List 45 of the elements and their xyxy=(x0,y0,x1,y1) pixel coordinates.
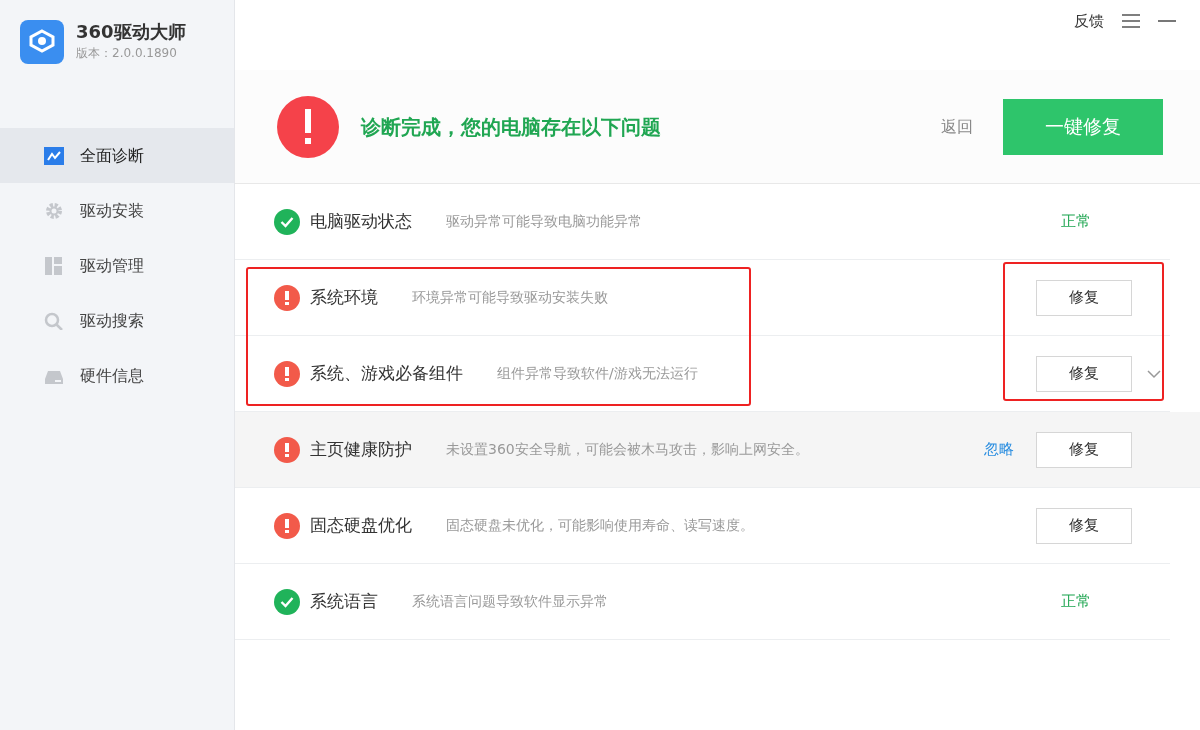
chart-icon xyxy=(44,146,64,165)
search-icon xyxy=(44,311,64,330)
item-title: 固态硬盘优化 xyxy=(310,513,412,537)
warning-icon xyxy=(274,436,300,463)
sidebar-item[interactable]: 驱动管理 xyxy=(0,238,234,293)
grid-icon xyxy=(44,256,64,275)
item-description: 系统语言问题导致软件显示异常 xyxy=(412,592,608,611)
item-description: 未设置360安全导航，可能会被木马攻击，影响上网安全。 xyxy=(446,440,809,459)
warning-icon xyxy=(274,512,300,539)
item-title: 系统环境 xyxy=(310,285,378,309)
menu-icon[interactable] xyxy=(1122,13,1140,29)
status-text: 正常 xyxy=(1060,211,1092,233)
sidebar-label: 驱动安装 xyxy=(80,199,144,222)
sidebar-label: 硬件信息 xyxy=(80,364,144,387)
sidebar-label: 全面诊断 xyxy=(80,144,144,167)
back-link[interactable]: 返回 xyxy=(941,114,973,139)
feedback-link[interactable]: 反馈 xyxy=(1074,10,1104,33)
app-logo-icon xyxy=(20,20,64,64)
item-description: 环境异常可能导致驱动安装失败 xyxy=(412,288,608,307)
sidebar-item[interactable]: 驱动安装 xyxy=(0,183,234,238)
item-title: 系统语言 xyxy=(310,589,378,613)
item-title: 电脑驱动状态 xyxy=(310,209,412,233)
sidebar-item[interactable]: 硬件信息 xyxy=(0,348,234,403)
warning-icon xyxy=(274,284,300,311)
sidebar-item[interactable]: 驱动搜索 xyxy=(0,293,234,348)
item-description: 驱动异常可能导致电脑功能异常 xyxy=(446,212,642,231)
item-title: 系统、游戏必备组件 xyxy=(310,361,463,385)
status-text: 正常 xyxy=(1060,591,1092,613)
sidebar-label: 驱动管理 xyxy=(80,254,144,277)
fix-button[interactable]: 修复 xyxy=(1036,355,1132,392)
check-icon xyxy=(274,588,300,615)
warning-icon xyxy=(274,360,300,387)
fix-button[interactable]: 修复 xyxy=(1036,279,1132,316)
item-description: 组件异常导致软件/游戏无法运行 xyxy=(497,364,698,383)
sidebar-item[interactable]: 全面诊断 xyxy=(0,128,234,183)
fix-button[interactable]: 修复 xyxy=(1036,431,1132,468)
item-description: 固态硬盘未优化，可能影响使用寿命、读写速度。 xyxy=(446,516,754,535)
sidebar-label: 驱动搜索 xyxy=(80,309,144,332)
app-version: 版本：2.0.0.1890 xyxy=(76,45,178,62)
settings-icon xyxy=(44,201,64,220)
fix-button[interactable]: 修复 xyxy=(1036,507,1132,544)
check-icon xyxy=(274,208,300,235)
app-name: 360驱动大师 xyxy=(76,20,186,44)
item-title: 主页健康防护 xyxy=(310,437,412,461)
diagnosis-message: 诊断完成，您的电脑存在以下问题 xyxy=(361,113,661,141)
